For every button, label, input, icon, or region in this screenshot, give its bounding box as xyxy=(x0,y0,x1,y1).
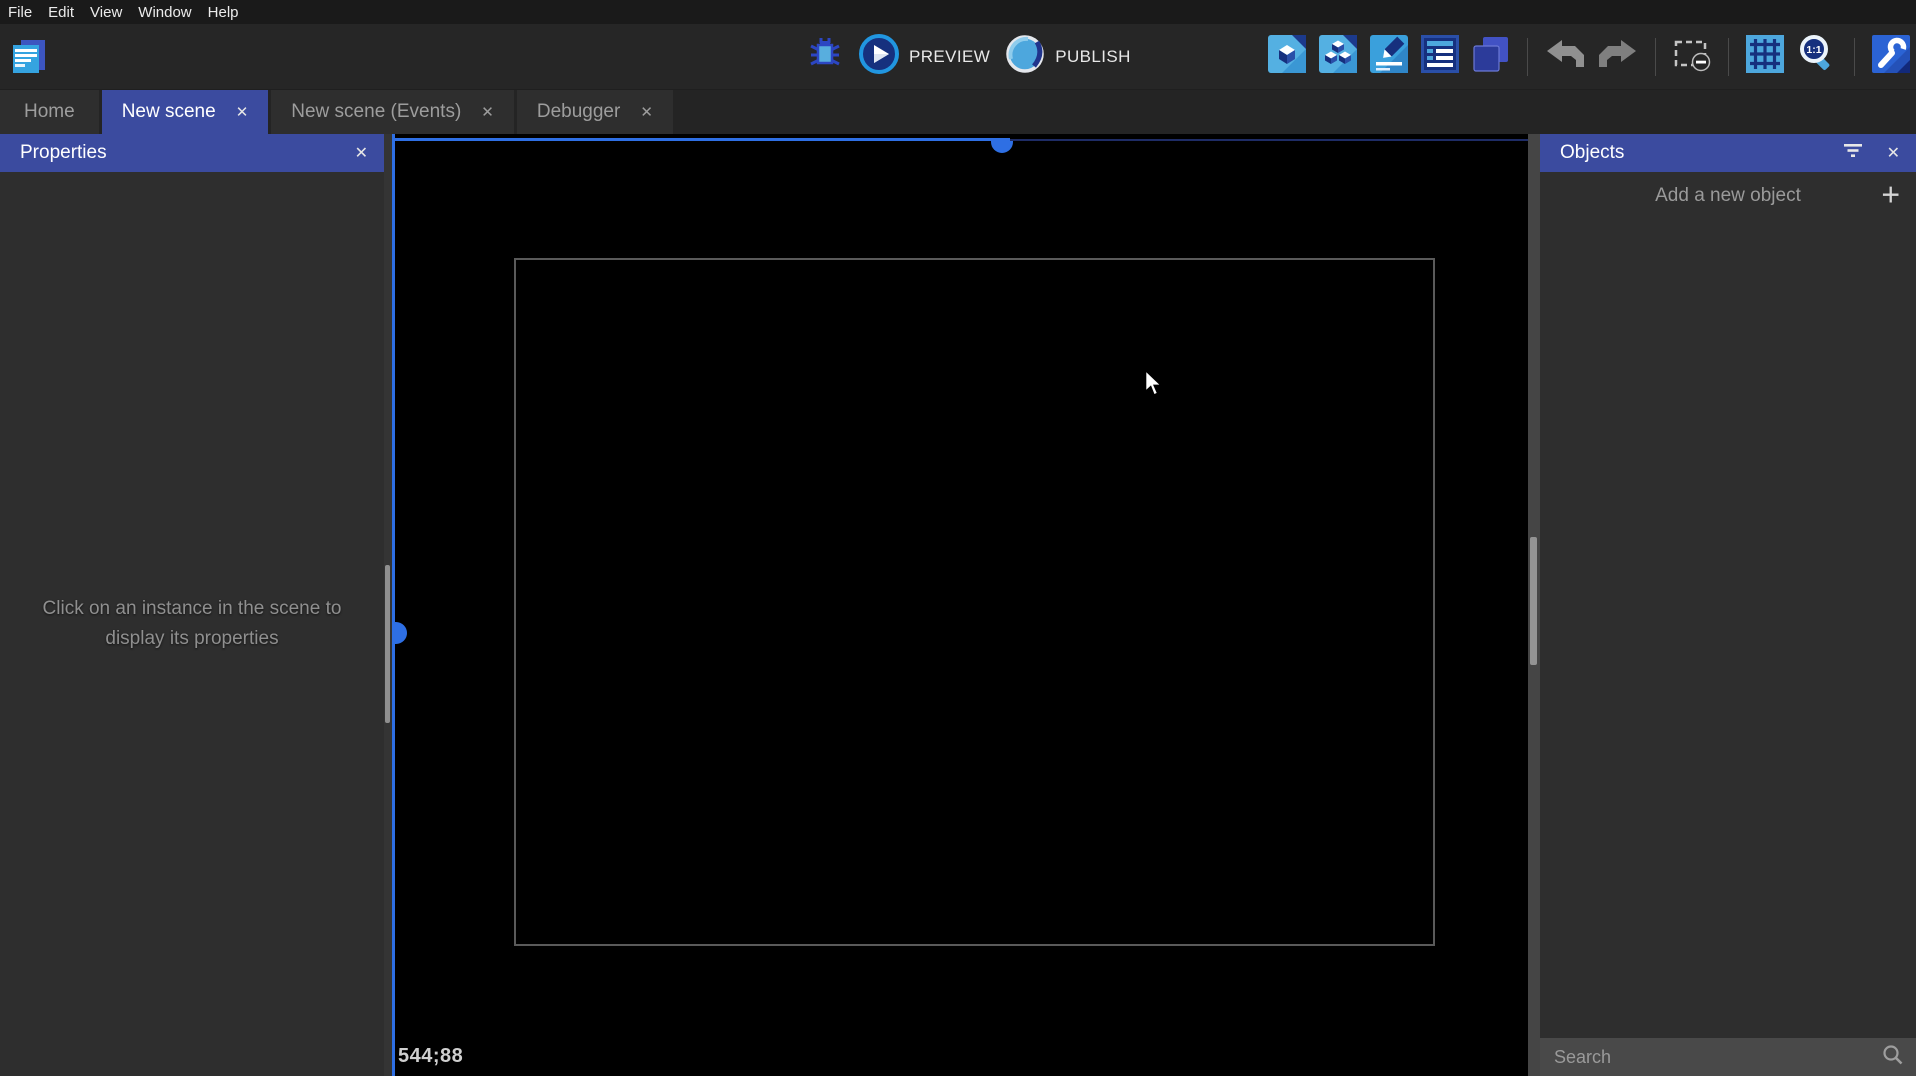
objects-header-icons: ✕ xyxy=(1843,142,1900,164)
toolbar-separator xyxy=(1527,38,1528,76)
tab-debugger-label: Debugger xyxy=(537,101,620,123)
left-splitter-handle[interactable] xyxy=(385,565,390,723)
menu-file[interactable]: File xyxy=(8,4,32,21)
redo-icon[interactable] xyxy=(1598,38,1638,75)
menu-edit[interactable]: Edit xyxy=(48,4,74,21)
right-panel-splitter[interactable] xyxy=(1528,134,1540,1076)
tab-debugger[interactable]: Debugger ✕ xyxy=(517,90,673,134)
instances-list-icon[interactable] xyxy=(1319,35,1357,78)
publish-globe-icon xyxy=(1004,33,1046,80)
preview-button[interactable]: PREVIEW xyxy=(858,33,990,80)
left-panel-splitter[interactable] xyxy=(384,134,392,1076)
menu-window[interactable]: Window xyxy=(138,4,191,21)
tab-new-scene[interactable]: New scene ✕ xyxy=(102,90,269,134)
add-object-label: Add a new object xyxy=(1655,185,1801,207)
objects-panel: Objects ✕ Add a new object + xyxy=(1540,134,1916,1076)
properties-panel-header: Properties ✕ xyxy=(0,134,384,172)
menu-bar: File Edit View Window Help xyxy=(0,0,1916,24)
add-object-row[interactable]: Add a new object + xyxy=(1540,172,1916,220)
objects-search-input[interactable] xyxy=(1540,1047,1882,1068)
toolbar-separator xyxy=(1854,38,1855,76)
properties-panel-body: Click on an instance in the scene to dis… xyxy=(0,172,384,1076)
properties-close-icon[interactable]: ✕ xyxy=(355,143,368,163)
cursor-coordinates: 544;88 xyxy=(398,1045,463,1068)
scene-canvas[interactable]: 544;88 xyxy=(392,134,1528,1076)
tab-new-scene-label: New scene xyxy=(122,101,216,123)
project-settings-wrench-icon[interactable] xyxy=(1872,35,1910,78)
properties-panel-title: Properties xyxy=(20,142,355,164)
undo-icon[interactable] xyxy=(1545,38,1585,75)
game-window-frame xyxy=(514,258,1435,946)
toolbar-separator xyxy=(1655,38,1656,76)
grid-icon[interactable] xyxy=(1746,35,1784,78)
selection-left-edge xyxy=(392,134,395,1076)
toolbar-right-group: 1:1 xyxy=(1268,24,1910,89)
zoom-one-to-one-icon[interactable]: 1:1 xyxy=(1797,34,1837,79)
menu-help[interactable]: Help xyxy=(208,4,239,21)
project-manager-icon[interactable] xyxy=(8,37,48,82)
properties-panel: Properties ✕ Click on an instance in the… xyxy=(0,134,384,1076)
right-splitter-handle[interactable] xyxy=(1530,537,1537,665)
publish-button[interactable]: PUBLISH xyxy=(1004,33,1131,80)
preview-label: PREVIEW xyxy=(909,47,990,67)
svg-text:1:1: 1:1 xyxy=(1806,44,1821,56)
search-icon xyxy=(1882,1044,1904,1071)
selection-left-handle[interactable] xyxy=(395,622,407,644)
tab-new-scene-events-label: New scene (Events) xyxy=(291,101,461,123)
layers-icon[interactable] xyxy=(1472,35,1510,78)
selection-top-edge xyxy=(392,138,1010,141)
add-object-plus-icon[interactable]: + xyxy=(1881,179,1900,211)
properties-empty-message: Click on an instance in the scene to dis… xyxy=(37,594,347,655)
publish-label: PUBLISH xyxy=(1055,47,1131,67)
toolbar-separator xyxy=(1728,38,1729,76)
objects-search-bar xyxy=(1540,1038,1916,1076)
deselect-icon[interactable] xyxy=(1673,35,1711,78)
main-toolbar: PREVIEW PUBLISH xyxy=(0,24,1916,90)
objects-panel-title: Objects xyxy=(1560,142,1843,164)
tab-home-label: Home xyxy=(24,101,75,123)
objects-close-icon[interactable]: ✕ xyxy=(1887,143,1900,163)
selection-top-handle[interactable] xyxy=(991,141,1013,153)
tab-new-scene-events[interactable]: New scene (Events) ✕ xyxy=(271,90,514,134)
toolbar-center-group: PREVIEW PUBLISH xyxy=(806,24,1131,89)
editor-tab-bar: Home New scene ✕ New scene (Events) ✕ De… xyxy=(0,90,1916,134)
main-area: Properties ✕ Click on an instance in the… xyxy=(0,134,1916,1076)
tab-home[interactable]: Home xyxy=(0,90,99,134)
objects-panel-header: Objects ✕ xyxy=(1540,134,1916,172)
tab-close-icon[interactable]: ✕ xyxy=(640,103,653,121)
preview-play-icon xyxy=(858,33,900,80)
tab-close-icon[interactable]: ✕ xyxy=(236,103,249,121)
objects-list-icon[interactable] xyxy=(1268,35,1306,78)
debug-icon[interactable] xyxy=(806,35,844,78)
mouse-cursor-icon xyxy=(1144,369,1163,402)
events-sheet-icon[interactable] xyxy=(1421,35,1459,78)
properties-pencil-icon[interactable] xyxy=(1370,35,1408,78)
tab-close-icon[interactable]: ✕ xyxy=(481,103,494,121)
objects-list-empty-area xyxy=(1540,220,1916,1038)
filter-icon[interactable] xyxy=(1843,142,1863,164)
menu-view[interactable]: View xyxy=(90,4,122,21)
